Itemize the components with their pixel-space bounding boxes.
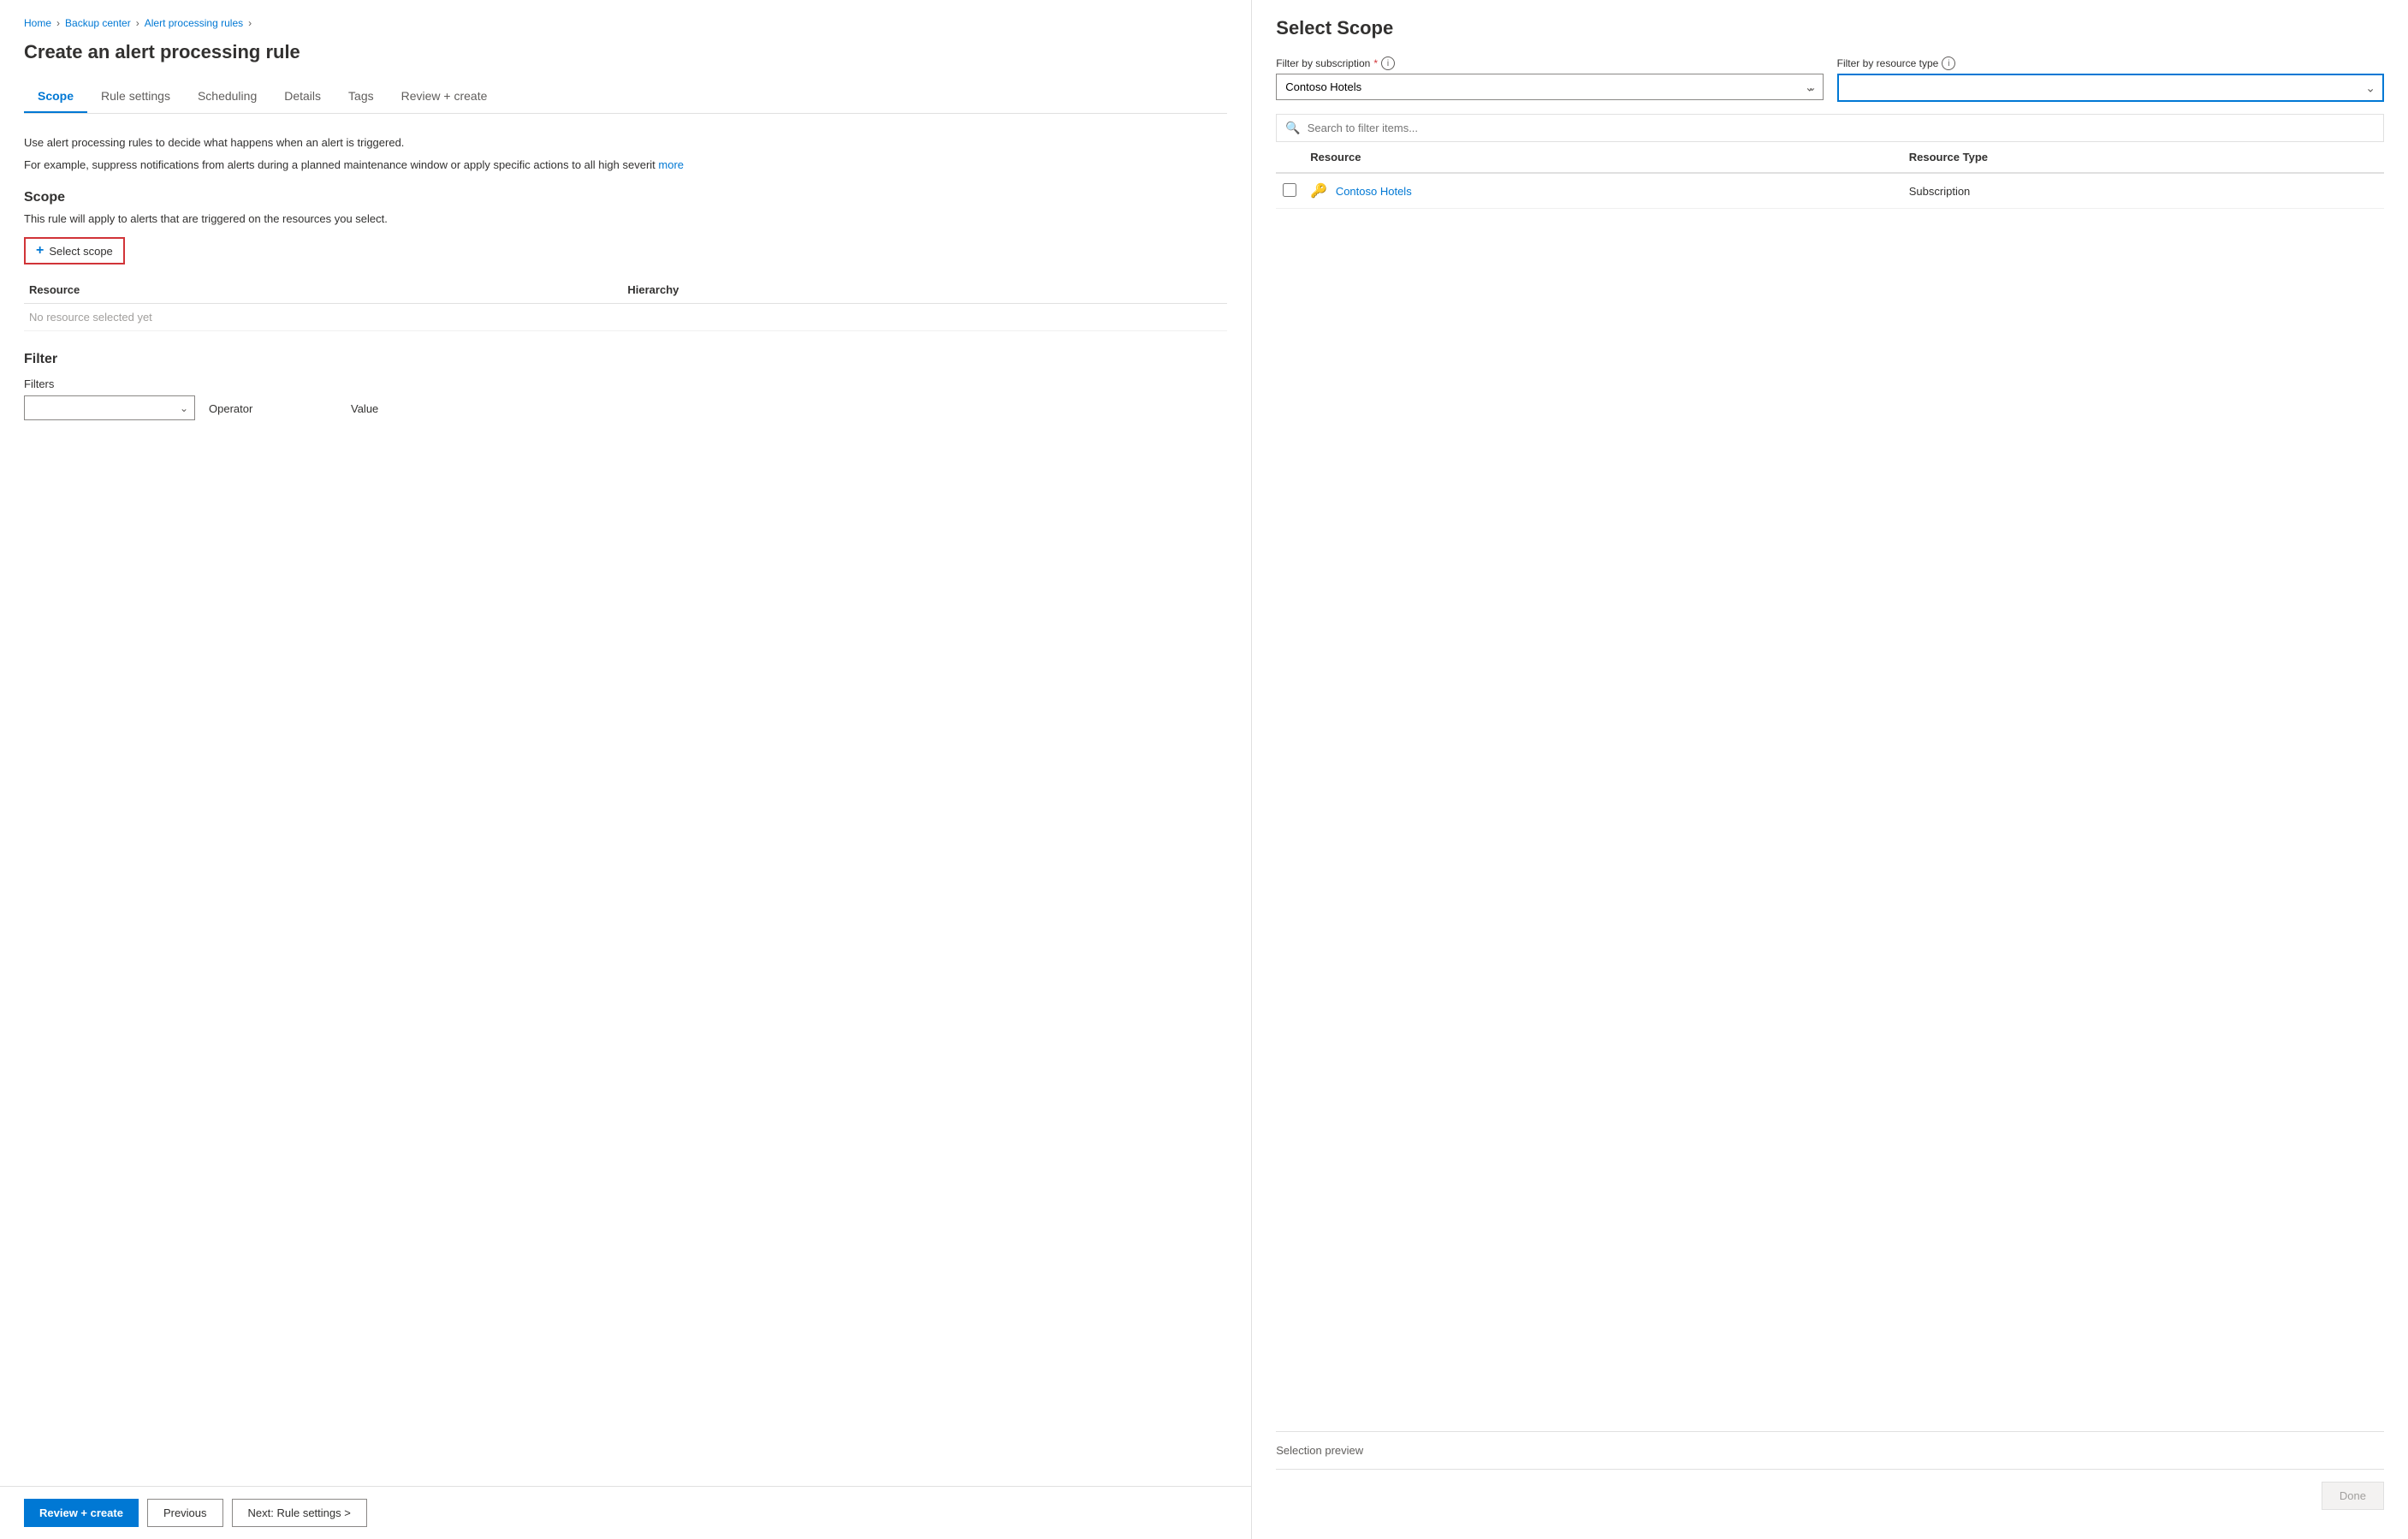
tab-scope[interactable]: Scope	[24, 80, 87, 113]
resource-col-header-right: Resource	[1303, 142, 1901, 173]
search-icon: 🔍	[1285, 121, 1300, 135]
scope-table-scroll-area: Resource Resource Type 🔑 Contoso Hotels	[1276, 142, 2384, 1431]
breadcrumb-home[interactable]: Home	[24, 17, 51, 29]
subscription-info-icon[interactable]: i	[1381, 56, 1395, 70]
selection-preview: Selection preview	[1276, 1431, 2384, 1469]
operator-label: Operator	[209, 402, 337, 415]
breadcrumb-backup-center[interactable]: Backup center	[65, 17, 131, 29]
tab-details[interactable]: Details	[270, 80, 335, 113]
subscription-dropdown-wrapper: Contoso Hotels ⌄	[1276, 74, 1823, 100]
tab-review-create[interactable]: Review + create	[388, 80, 501, 113]
filter-heading: Filter	[24, 352, 1227, 367]
table-row: No resource selected yet	[24, 304, 1227, 331]
right-panel-title: Select Scope	[1276, 17, 2384, 39]
scope-resource-table-right: Resource Resource Type 🔑 Contoso Hotels	[1276, 142, 2384, 209]
filter-by-subscription-group: Filter by subscription * i Contoso Hotel…	[1276, 56, 1823, 102]
resource-type-select[interactable]	[1837, 74, 2384, 102]
filter-by-resource-type-group: Filter by resource type i ⌄	[1837, 56, 2384, 102]
subscription-select[interactable]: Contoso Hotels	[1276, 74, 1823, 100]
filter-row: Filter by subscription * i Contoso Hotel…	[1276, 56, 2384, 102]
breadcrumb-alert-processing-rules[interactable]: Alert processing rules	[145, 17, 243, 29]
filters-dropdown-wrapper	[24, 395, 195, 420]
resource-name-link[interactable]: Contoso Hotels	[1336, 185, 1412, 198]
key-icon: 🔑	[1310, 182, 1327, 199]
more-link[interactable]: more	[658, 158, 684, 171]
resource-type-col-header: Resource Type	[1902, 142, 2384, 173]
filter-resource-type-label: Filter by resource type i	[1837, 56, 2384, 70]
previous-button[interactable]: Previous	[147, 1499, 223, 1527]
page-title: Create an alert processing rule	[24, 41, 1227, 63]
filters-label: Filters	[24, 377, 195, 390]
review-create-button[interactable]: Review + create	[24, 1499, 139, 1527]
scope-subtext: This rule will apply to alerts that are …	[24, 212, 1227, 225]
select-scope-button[interactable]: + Select scope	[24, 237, 125, 264]
filter-subscription-label: Filter by subscription * i	[1276, 56, 1823, 70]
resource-type-dropdown-wrapper: ⌄	[1837, 74, 2384, 102]
required-star: *	[1373, 57, 1378, 69]
breadcrumb: Home › Backup center › Alert processing …	[24, 17, 1227, 29]
right-footer: Done	[1276, 1469, 2384, 1522]
resource-col-header: Resource	[24, 276, 622, 304]
checkbox-col-header	[1276, 142, 1303, 173]
plus-icon: +	[36, 243, 44, 258]
description-line2: For example, suppress notifications from…	[24, 157, 1227, 174]
value-label: Value	[351, 402, 1227, 415]
filters-select[interactable]	[24, 395, 195, 420]
tab-rule-settings[interactable]: Rule settings	[87, 80, 184, 113]
scope-heading: Scope	[24, 190, 1227, 205]
next-button[interactable]: Next: Rule settings >	[232, 1499, 367, 1527]
hierarchy-col-header: Hierarchy	[622, 276, 1227, 304]
description-line1: Use alert processing rules to decide wha…	[24, 134, 1227, 152]
tabs-container: Scope Rule settings Scheduling Details T…	[24, 80, 1227, 114]
resource-type-cell: Subscription	[1902, 173, 2384, 209]
no-resource-text: No resource selected yet	[24, 304, 1227, 331]
scope-resource-table: Resource Hierarchy No resource selected …	[24, 276, 1227, 331]
row-checkbox[interactable]	[1283, 183, 1296, 197]
search-input[interactable]	[1308, 122, 2375, 134]
search-box: 🔍	[1276, 114, 2384, 142]
left-footer: Review + create Previous Next: Rule sett…	[0, 1486, 1251, 1539]
tab-tags[interactable]: Tags	[335, 80, 388, 113]
tab-scheduling[interactable]: Scheduling	[184, 80, 270, 113]
resource-type-info-icon[interactable]: i	[1942, 56, 1955, 70]
done-button[interactable]: Done	[2322, 1482, 2384, 1510]
table-row: 🔑 Contoso Hotels Subscription	[1276, 173, 2384, 209]
select-scope-label: Select scope	[49, 245, 112, 258]
